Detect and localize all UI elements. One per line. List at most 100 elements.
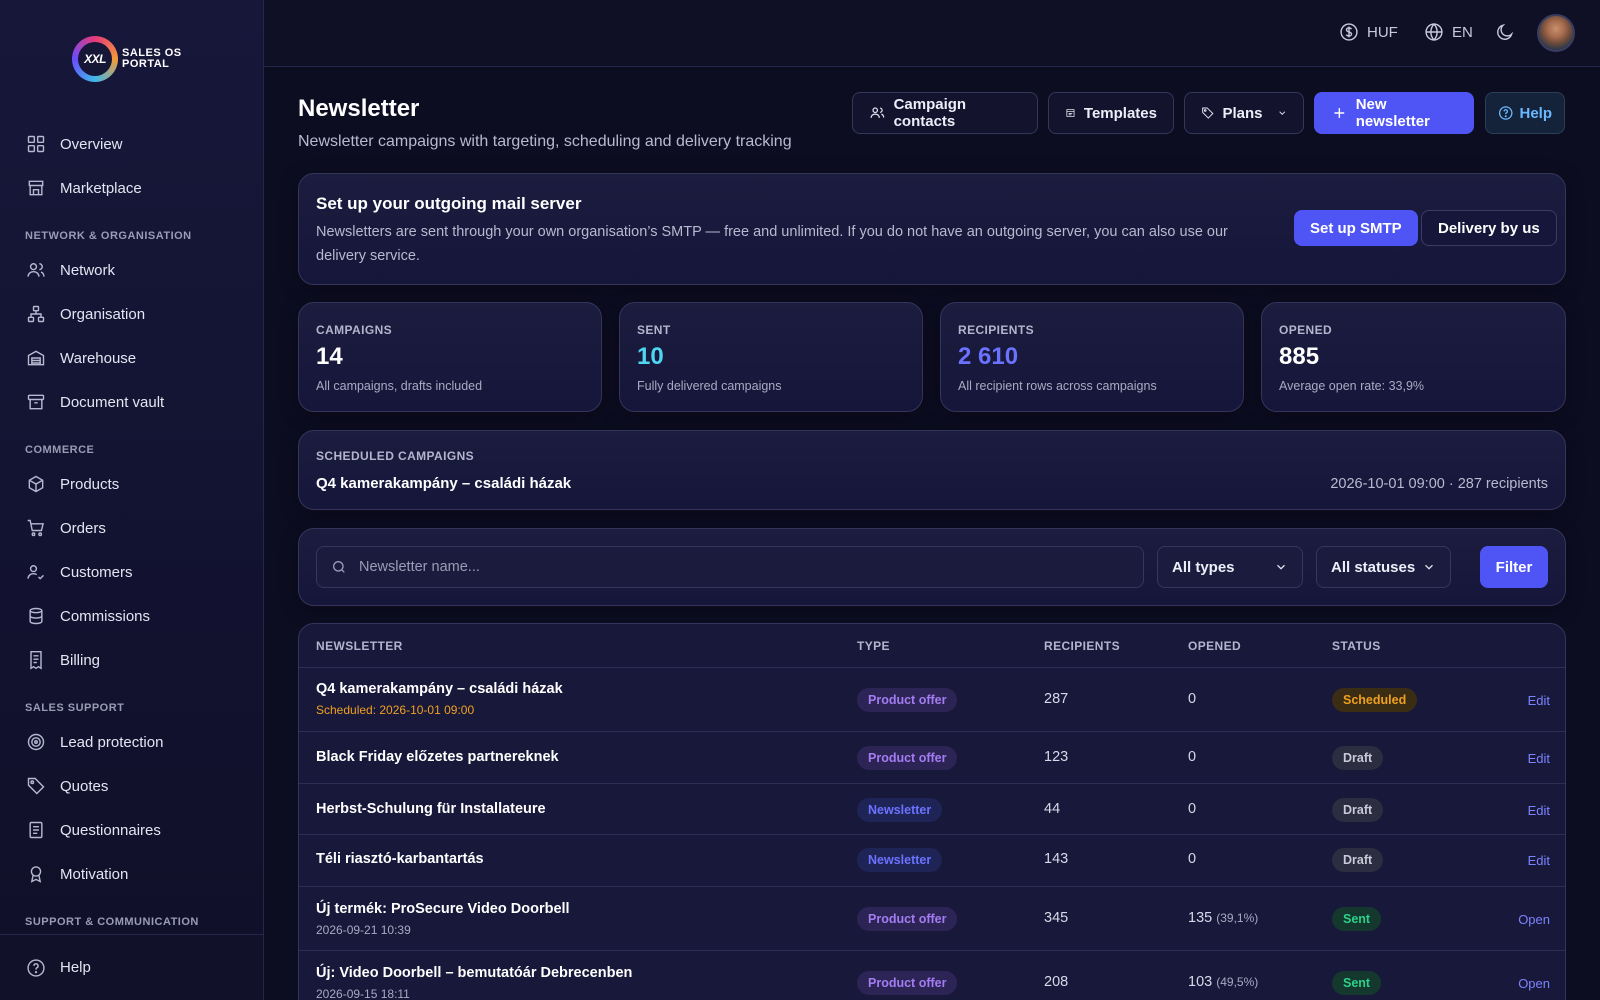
templates-label: Templates xyxy=(1083,104,1157,122)
table-row[interactable]: Téli riasztó-karbantartás Newsletter 143… xyxy=(299,834,1565,886)
opened-value: 135 xyxy=(1188,910,1213,926)
column-header-type[interactable]: TYPE xyxy=(857,639,890,653)
new-newsletter-button[interactable]: New newsletter xyxy=(1314,92,1474,134)
chevron-down-icon xyxy=(1425,564,1433,570)
type-badge: Newsletter xyxy=(857,798,943,822)
scheduled-campaign-meta: 2026-10-01 09:00 · 287 recipients xyxy=(1330,476,1548,492)
logo-mark: XXL xyxy=(72,36,118,82)
stat-description: All campaigns, drafts included xyxy=(316,379,483,393)
type-select[interactable]: All types xyxy=(1157,546,1303,588)
stat-card-opened: OPENED 885 Average open rate: 33,9% xyxy=(1261,302,1566,412)
table-row[interactable]: Q4 kamerakampány – családi házak Schedul… xyxy=(299,667,1565,731)
newsletter-name[interactable]: Q4 kamerakampány – családi házak xyxy=(316,681,563,697)
status-badge: Draft xyxy=(1332,746,1384,770)
sidebar-item-lead-protection[interactable]: Lead protection xyxy=(0,720,263,764)
sidebar-item-document-vault[interactable]: Document vault xyxy=(0,380,263,424)
grid-icon xyxy=(27,135,45,153)
sidebar-item-products[interactable]: Products xyxy=(0,462,263,506)
sidebar-item-motivation[interactable]: Motivation xyxy=(0,852,263,896)
stat-label: RECIPIENTS xyxy=(958,323,1035,337)
newsletter-name[interactable]: Black Friday előzetes partnereknek xyxy=(316,749,559,765)
open-link[interactable]: Open xyxy=(1518,912,1550,927)
page-subtitle: Newsletter campaigns with targeting, sch… xyxy=(298,133,792,150)
plans-label: Plans xyxy=(1222,104,1263,122)
sidebar-item-label: Products xyxy=(60,475,120,493)
newsletter-name[interactable]: Téli riasztó-karbantartás xyxy=(316,851,484,867)
sidebar-item-organisation[interactable]: Organisation xyxy=(0,292,263,336)
store-icon xyxy=(28,180,44,196)
sidebar-item-marketplace[interactable]: Marketplace xyxy=(0,166,263,210)
language-selector[interactable]: EN xyxy=(1424,22,1473,42)
table-row[interactable]: Új: Video Doorbell – bemutatóár Debrecen… xyxy=(299,950,1565,1000)
sidebar-section-network: NETWORK & ORGANISATION xyxy=(25,230,192,242)
status-select[interactable]: All statuses xyxy=(1316,546,1451,588)
tag-icon xyxy=(1202,107,1214,119)
stat-value: 14 xyxy=(316,343,343,370)
newsletter-date: 2026-09-15 18:11 xyxy=(316,987,410,1000)
search-icon xyxy=(333,561,345,573)
search-input[interactable]: Newsletter name... xyxy=(316,546,1144,588)
stat-card-recipients: RECIPIENTS 2 610 All recipient rows acro… xyxy=(940,302,1244,412)
plans-dropdown[interactable]: Plans xyxy=(1184,92,1304,134)
help-circle-icon xyxy=(27,958,45,977)
help-button[interactable]: Help xyxy=(1485,92,1565,134)
open-link[interactable]: Open xyxy=(1518,976,1550,991)
smtp-setup-card: Set up your outgoing mail server Newslet… xyxy=(298,173,1566,285)
stat-card-campaigns: CAMPAIGNS 14 All campaigns, drafts inclu… xyxy=(298,302,602,412)
sidebar-item-questionnaires[interactable]: Questionnaires xyxy=(0,808,263,852)
filter-bar: Newsletter name... All types All statuse… xyxy=(298,528,1566,606)
recipients-value: 123 xyxy=(1044,749,1069,765)
brand-logo[interactable]: XXL SALES OS PORTAL xyxy=(72,36,194,82)
newsletter-name[interactable]: Herbst-Schulung für Installateure xyxy=(316,801,546,817)
sidebar-item-label: Quotes xyxy=(60,777,109,795)
recipients-value: 44 xyxy=(1044,801,1061,817)
status-badge: Scheduled xyxy=(1332,688,1418,712)
column-header-opened[interactable]: OPENED xyxy=(1188,639,1241,653)
column-header-recipients[interactable]: RECIPIENTS xyxy=(1044,639,1120,653)
filter-button[interactable]: Filter xyxy=(1480,546,1548,588)
table-row[interactable]: Herbst-Schulung für Installateure Newsle… xyxy=(299,783,1565,834)
stat-value: 10 xyxy=(637,343,664,370)
table-row[interactable]: Black Friday előzetes partnereknek Produ… xyxy=(299,731,1565,783)
edit-link[interactable]: Edit xyxy=(1528,803,1550,818)
sidebar-item-warehouse[interactable]: Warehouse xyxy=(0,336,263,380)
table-row[interactable]: Új termék: ProSecure Video Doorbell 2026… xyxy=(299,886,1565,950)
setup-smtp-button[interactable]: Set up SMTP xyxy=(1294,210,1418,246)
scheduled-label: SCHEDULED CAMPAIGNS xyxy=(316,449,475,463)
edit-link[interactable]: Edit xyxy=(1528,751,1550,766)
sidebar-item-customers[interactable]: Customers xyxy=(0,550,263,594)
scheduled-campaign-name[interactable]: Q4 kamerakampány – családi házak xyxy=(316,475,571,492)
delivery-by-us-button[interactable]: Delivery by us xyxy=(1421,210,1557,246)
cart-icon xyxy=(27,519,44,537)
template-icon xyxy=(1066,108,1075,118)
sidebar-item-quotes[interactable]: Quotes xyxy=(0,764,263,808)
currency-selector[interactable]: HUF xyxy=(1339,22,1398,42)
type-badge: Newsletter xyxy=(857,848,943,872)
sidebar-item-orders[interactable]: Orders xyxy=(0,506,263,550)
theme-toggle[interactable] xyxy=(1495,22,1515,42)
avatar[interactable] xyxy=(1537,14,1575,52)
newsletter-table: NEWSLETTER TYPE RECIPIENTS OPENED STATUS… xyxy=(298,623,1566,1000)
sidebar-item-help[interactable]: Help xyxy=(0,934,263,1000)
sidebar-item-label: Orders xyxy=(60,519,106,537)
sidebar-item-label: Lead protection xyxy=(60,733,164,751)
org-chart-icon xyxy=(27,305,45,323)
campaign-contacts-button[interactable]: Campaign contacts xyxy=(852,92,1038,134)
edit-link[interactable]: Edit xyxy=(1528,693,1550,708)
smtp-description: Newsletters are sent through your own or… xyxy=(316,224,1228,264)
sidebar-item-network[interactable]: Network xyxy=(0,248,263,292)
column-header-newsletter[interactable]: NEWSLETTER xyxy=(316,639,403,653)
sidebar-item-commissions[interactable]: Commissions xyxy=(0,594,263,638)
sidebar-item-overview[interactable]: Overview xyxy=(0,122,263,166)
warehouse-icon xyxy=(27,350,45,366)
topbar: HUF EN xyxy=(264,0,1600,67)
sidebar-section-sales: SALES SUPPORT xyxy=(25,702,125,714)
edit-link[interactable]: Edit xyxy=(1528,853,1550,868)
newsletter-name[interactable]: Új: Video Doorbell – bemutatóár Debrecen… xyxy=(316,965,632,981)
sidebar-item-billing[interactable]: Billing xyxy=(0,638,263,682)
newsletter-name[interactable]: Új termék: ProSecure Video Doorbell xyxy=(316,901,570,917)
target-icon xyxy=(27,733,45,751)
templates-button[interactable]: Templates xyxy=(1048,92,1174,134)
opened-cell: 103 (49,5%) xyxy=(1188,974,1258,990)
column-header-status[interactable]: STATUS xyxy=(1332,639,1381,653)
